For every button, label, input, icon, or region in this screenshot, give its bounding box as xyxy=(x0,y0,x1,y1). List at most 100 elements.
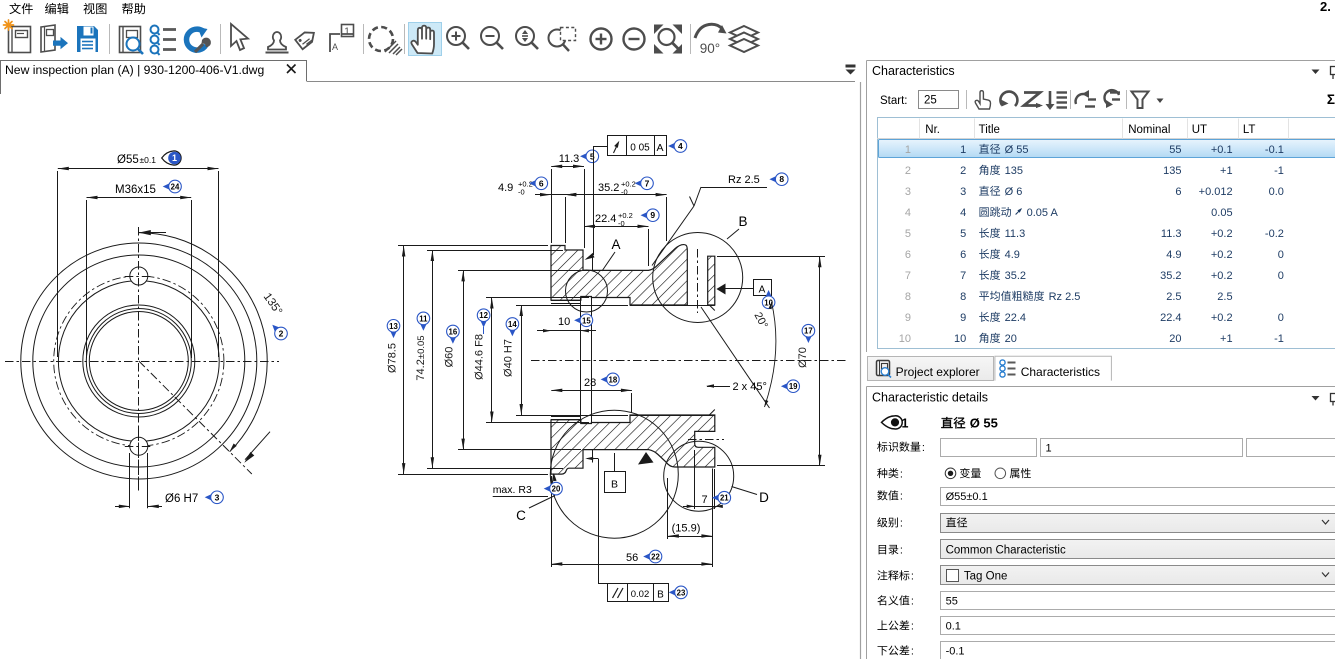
svg-text:0: 0 xyxy=(1278,312,1284,324)
svg-text:18: 18 xyxy=(609,375,618,384)
svg-text:12: 12 xyxy=(479,311,488,320)
svg-text:-1: -1 xyxy=(1274,333,1284,345)
svg-text:Ø55: Ø55 xyxy=(117,154,139,166)
svg-text:Ø 6: Ø 6 xyxy=(1005,186,1023,198)
svg-text:55: 55 xyxy=(1169,144,1181,156)
svg-text:11.3: 11.3 xyxy=(1005,228,1026,240)
svg-text:1: 1 xyxy=(960,144,966,156)
svg-text:+1: +1 xyxy=(1220,165,1233,177)
svg-text:Rz 2.5: Rz 2.5 xyxy=(728,174,760,186)
svg-text:10: 10 xyxy=(899,333,911,345)
svg-text:7: 7 xyxy=(905,270,911,282)
svg-text:max. R3: max. R3 xyxy=(493,484,532,496)
svg-text:A: A xyxy=(759,285,766,296)
svg-text:8: 8 xyxy=(779,174,784,184)
svg-text:+0.2: +0.2 xyxy=(1211,270,1233,282)
svg-text:3: 3 xyxy=(905,186,911,198)
svg-text:6: 6 xyxy=(905,249,911,261)
svg-text:+0.2: +0.2 xyxy=(1211,228,1233,240)
svg-text:Rz 2.5: Rz 2.5 xyxy=(1049,291,1081,303)
svg-text:17: 17 xyxy=(804,327,813,336)
svg-text:+0.1: +0.1 xyxy=(1211,144,1233,156)
svg-text:5: 5 xyxy=(590,151,595,161)
svg-text:Characteristics: Characteristics xyxy=(1021,365,1100,379)
svg-text:22.4: 22.4 xyxy=(1160,312,1181,324)
svg-text:+0.012: +0.012 xyxy=(1199,186,1233,198)
svg-text:+0.2: +0.2 xyxy=(1211,312,1233,324)
svg-text:2.: 2. xyxy=(1320,0,1331,14)
svg-text:55: 55 xyxy=(946,596,958,608)
svg-text::: : xyxy=(900,545,903,557)
svg-text:20: 20 xyxy=(1169,333,1181,345)
svg-text:22.4: 22.4 xyxy=(1005,312,1026,324)
svg-text:35.2: 35.2 xyxy=(1005,270,1026,282)
svg-text:Common Characteristic: Common Characteristic xyxy=(946,545,1066,557)
svg-text:Characteristic details: Characteristic details xyxy=(872,391,988,405)
svg-text:4: 4 xyxy=(960,207,966,219)
svg-text:5: 5 xyxy=(960,228,966,240)
svg-text:Title: Title xyxy=(979,124,1000,136)
svg-text:16: 16 xyxy=(449,328,458,337)
svg-text:15: 15 xyxy=(582,316,591,325)
svg-text:8: 8 xyxy=(905,291,911,303)
svg-text:-0.1: -0.1 xyxy=(946,646,965,658)
svg-text:LT: LT xyxy=(1243,124,1256,136)
svg-text:Ø78.5: Ø78.5 xyxy=(387,343,399,373)
svg-text:New inspection plan (A) | 930-: New inspection plan (A) | 930-1200-406-V… xyxy=(5,63,264,77)
svg-text::: : xyxy=(911,646,914,658)
svg-text:D: D xyxy=(759,490,769,505)
svg-text:B: B xyxy=(657,590,664,601)
svg-text:Ø44.6 F8: Ø44.6 F8 xyxy=(474,334,486,380)
svg-text:13: 13 xyxy=(389,322,398,331)
svg-text:1: 1 xyxy=(1046,443,1052,455)
svg-text:35.2: 35.2 xyxy=(598,182,619,194)
svg-text:0.05 A: 0.05 A xyxy=(1027,207,1059,219)
svg-text:M36x15: M36x15 xyxy=(115,184,156,196)
svg-text:14: 14 xyxy=(508,320,517,329)
svg-text:1: 1 xyxy=(905,144,911,156)
svg-text:Start:: Start: xyxy=(880,95,907,107)
svg-text:0.1: 0.1 xyxy=(946,621,961,633)
svg-text:23: 23 xyxy=(677,588,686,597)
svg-text:4.9: 4.9 xyxy=(1005,249,1020,261)
svg-text:28: 28 xyxy=(584,377,596,389)
svg-text:10: 10 xyxy=(558,316,570,328)
svg-text:0.05: 0.05 xyxy=(1211,207,1232,219)
svg-text:7: 7 xyxy=(645,178,650,188)
svg-text:20: 20 xyxy=(552,485,561,494)
svg-text:Characteristics: Characteristics xyxy=(872,64,955,78)
svg-text:24: 24 xyxy=(171,183,180,192)
svg-text:9: 9 xyxy=(960,312,966,324)
svg-text:4.9: 4.9 xyxy=(498,182,513,194)
svg-text:0.02: 0.02 xyxy=(631,589,650,600)
svg-text:Σ: Σ xyxy=(1327,92,1335,107)
svg-text:B: B xyxy=(611,479,618,491)
svg-text:Tag One: Tag One xyxy=(964,571,1007,583)
svg-text::: : xyxy=(922,442,925,454)
svg-text::: : xyxy=(900,491,903,503)
svg-text:6: 6 xyxy=(1175,186,1181,198)
svg-text:25: 25 xyxy=(924,95,937,107)
svg-text:2 x 45°: 2 x 45° xyxy=(733,381,767,393)
svg-text:Ø70: Ø70 xyxy=(797,347,809,368)
svg-text:10: 10 xyxy=(954,333,966,345)
svg-text:2: 2 xyxy=(279,329,284,339)
svg-text:2: 2 xyxy=(960,165,966,177)
svg-text:2.5: 2.5 xyxy=(1217,291,1232,303)
svg-text:9: 9 xyxy=(905,312,911,324)
svg-text:11: 11 xyxy=(419,314,428,323)
svg-text:-0.2: -0.2 xyxy=(1265,228,1284,240)
svg-text:1: 1 xyxy=(172,153,177,163)
svg-text:0 05: 0 05 xyxy=(630,143,650,154)
svg-text:UT: UT xyxy=(1192,124,1207,136)
svg-text:A: A xyxy=(611,237,620,252)
svg-text:56: 56 xyxy=(626,552,638,564)
svg-text:Nominal: Nominal xyxy=(1128,124,1170,136)
svg-text:4: 4 xyxy=(905,207,911,219)
svg-text:-0.1: -0.1 xyxy=(1265,144,1284,156)
svg-text:Ø55±0.1: Ø55±0.1 xyxy=(946,491,988,503)
svg-text::: : xyxy=(911,596,914,608)
svg-text:6: 6 xyxy=(539,178,544,188)
svg-text:4: 4 xyxy=(678,141,683,151)
svg-text:Ø6 H7: Ø6 H7 xyxy=(165,493,198,505)
